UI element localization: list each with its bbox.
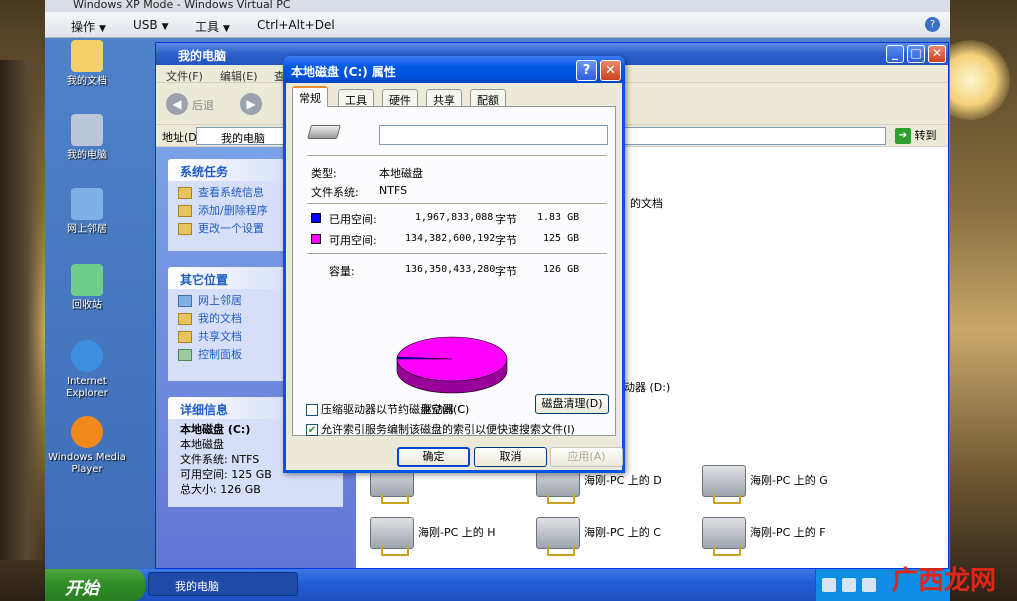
fs-value: NTFS <box>379 184 408 197</box>
index-service-option[interactable]: ✔ 允许索引服务编制该磁盘的索引以便快速搜索文件(I) <box>306 421 575 437</box>
free-space-label: 可用空间: <box>329 234 377 247</box>
desktop-icon-my-documents[interactable]: 我的文档 <box>47 40 127 88</box>
desktop-icon-internet-explorer[interactable]: Internet Explorer <box>47 340 127 400</box>
help-tray-icon[interactable] <box>842 578 856 592</box>
forward-icon[interactable]: ▶ <box>240 93 262 115</box>
tab-sharing[interactable]: 共享 <box>426 89 462 107</box>
desktop-icon-recycle-bin[interactable]: 回收站 <box>47 264 127 312</box>
folder-icon <box>178 313 192 325</box>
capacity-gb: 126 GB <box>543 264 580 275</box>
media-player-icon <box>71 416 103 448</box>
type-label: 类型: <box>311 167 337 180</box>
network-drive-f[interactable]: 海刚-PC 上的 F <box>702 517 826 557</box>
capacity-bytes: 136,350,433,280 <box>405 264 496 275</box>
drive-properties-dialog: 本地磁盘 (C:) 属性 ? ✕ 常规 工具 硬件 共享 配额 类型: 本地磁盘… <box>283 56 625 473</box>
start-button[interactable]: 开始 <box>45 569 145 601</box>
folder-icon <box>178 331 192 343</box>
free-space-swatch <box>311 234 321 244</box>
keyboard-icon[interactable] <box>822 578 836 592</box>
volume-label-input[interactable] <box>379 125 608 145</box>
dialog-title-bar[interactable]: 本地磁盘 (C:) 属性 ? ✕ <box>283 56 625 83</box>
cancel-button[interactable]: 取消 <box>474 447 547 467</box>
used-space-label: 已用空间: <box>329 213 377 226</box>
hard-drive-icon <box>307 125 341 139</box>
programs-icon <box>178 205 192 217</box>
desktop-icon-my-computer[interactable]: 我的电脑 <box>47 114 127 162</box>
settings-icon <box>178 223 192 235</box>
compress-drive-option[interactable]: 压缩驱动器以节约磁盘空间(C) <box>306 401 469 417</box>
host-wallpaper-tree <box>0 60 45 560</box>
info-icon <box>178 187 192 199</box>
menu-edit[interactable]: 编辑(E) <box>220 68 258 84</box>
back-icon[interactable]: ◀ <box>166 93 188 115</box>
network-drive-icon <box>702 517 746 556</box>
network-icon <box>178 295 192 307</box>
used-space-bytes: 1,967,833,088 <box>415 212 494 223</box>
divider <box>307 253 607 255</box>
internet-explorer-icon <box>71 340 103 372</box>
network-drive-icon <box>702 465 746 504</box>
fs-label: 文件系统: <box>311 186 359 199</box>
desktop-icon-media-player[interactable]: Windows Media Player <box>47 416 127 476</box>
general-tab-page: 类型: 本地磁盘 文件系统: NTFS 已用空间: 1,967,833,088 … <box>292 106 616 436</box>
tab-hardware[interactable]: 硬件 <box>382 89 418 107</box>
go-button[interactable]: ➔ 转到 <box>891 127 937 145</box>
used-space-unit: 字节 <box>495 213 517 226</box>
partial-drive-d-label[interactable]: 动器 (D:) <box>624 379 670 395</box>
disk-usage-pie <box>396 336 508 394</box>
disk-cleanup-button[interactable]: 磁盘清理(D) <box>535 394 609 414</box>
menu-file[interactable]: 文件(F) <box>166 68 203 84</box>
dialog-close-button[interactable]: ✕ <box>600 60 621 81</box>
help-icon[interactable]: ? <box>925 17 940 32</box>
network-drive-h[interactable]: 海刚-PC 上的 H <box>370 517 496 557</box>
minimize-button[interactable]: _ <box>886 45 904 63</box>
network-drive-icon <box>536 517 580 556</box>
taskbar: 开始 我的电脑 <box>45 569 950 601</box>
close-button[interactable]: ✕ <box>928 45 946 63</box>
tab-tools[interactable]: 工具 <box>338 89 374 107</box>
network-tray-icon[interactable] <box>862 578 876 592</box>
go-arrow-icon: ➔ <box>895 128 911 144</box>
folder-icon <box>71 40 103 72</box>
index-checkbox[interactable]: ✔ <box>306 424 318 436</box>
apply-button[interactable]: 应用(A) <box>550 447 623 467</box>
taskbar-item-my-computer[interactable]: 我的电脑 <box>148 572 298 596</box>
back-label: 后退 <box>192 99 214 112</box>
vpc-menu-tools[interactable]: 工具 ▼ <box>195 18 230 35</box>
ok-button[interactable]: 确定 <box>397 447 470 467</box>
network-drive-g[interactable]: 海刚-PC 上的 G <box>702 465 828 505</box>
recycle-bin-icon <box>71 264 103 296</box>
used-space-gb: 1.83 GB <box>537 212 580 223</box>
divider <box>307 155 607 157</box>
vpc-menu-bar: 操作 ▼ USB ▼ 工具 ▼ Ctrl+Alt+Del ? <box>45 12 950 38</box>
dialog-help-button[interactable]: ? <box>576 60 597 81</box>
capacity-label: 容量: <box>329 265 355 278</box>
used-space-swatch <box>311 213 321 223</box>
vpc-title-bar: Windows XP Mode - Windows Virtual PC <box>45 0 950 12</box>
partial-documents-label[interactable]: 的文档 <box>630 195 663 211</box>
desktop-icon-network[interactable]: 网上邻居 <box>47 188 127 236</box>
free-space-bytes: 134,382,600,192 <box>405 233 496 244</box>
free-space-unit: 字节 <box>495 234 517 247</box>
details-total: 总大小: 126 GB <box>180 483 261 496</box>
type-value: 本地磁盘 <box>379 167 423 180</box>
tab-quota[interactable]: 配额 <box>470 89 506 107</box>
vpc-menu-usb[interactable]: USB ▼ <box>133 18 169 32</box>
capacity-unit: 字节 <box>495 265 517 278</box>
compress-checkbox[interactable] <box>306 404 318 416</box>
divider <box>307 203 607 205</box>
maximize-button[interactable]: □ <box>907 45 925 63</box>
tab-general[interactable]: 常规 <box>292 86 328 107</box>
control-panel-icon <box>178 349 192 361</box>
vpc-menu-action[interactable]: 操作 ▼ <box>71 18 106 35</box>
site-watermark: 广西龙网 <box>892 566 997 596</box>
free-space-gb: 125 GB <box>543 233 580 244</box>
network-drive-c[interactable]: 海刚-PC 上的 C <box>536 517 661 557</box>
vpc-menu-ctrl-alt-del[interactable]: Ctrl+Alt+Del <box>257 18 335 32</box>
network-icon <box>71 188 103 220</box>
network-drive-icon <box>370 517 414 556</box>
computer-icon <box>71 114 103 146</box>
